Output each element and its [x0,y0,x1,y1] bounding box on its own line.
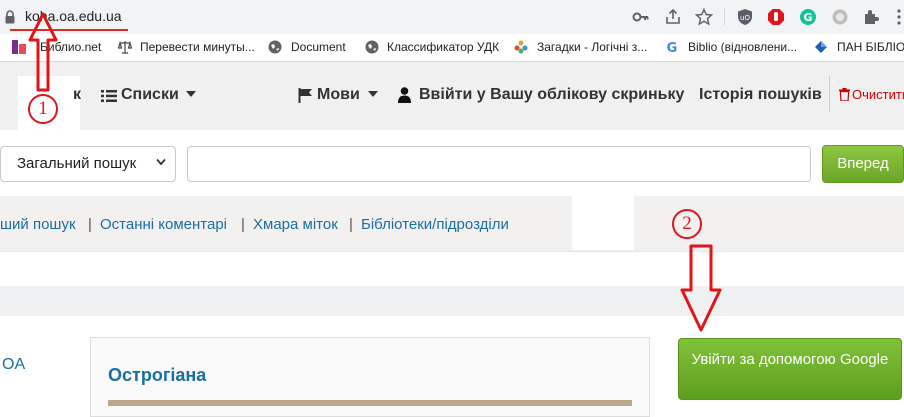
nav-lists[interactable]: Списки [121,86,179,104]
link-libraries[interactable]: Бібліотеки/підрозділи [361,216,509,233]
extensions-puzzle-icon[interactable] [862,8,880,26]
flag-icon [298,88,312,103]
nav-login[interactable]: Ввійти у Вашу облікову скриньку [419,86,684,104]
svg-text:G: G [803,11,812,24]
trash-icon [839,88,850,101]
bookmark-pan-library[interactable]: ПАН БІБЛІОТ [837,40,904,54]
toolbar-divider [724,8,725,26]
nav-divider [829,76,830,112]
bookmark-document[interactable]: Document [291,40,346,54]
bookmark-biblio[interactable]: Библио.net [40,40,101,54]
nav-search-history[interactable]: Історія пошуків [699,86,822,104]
link-separator: | [349,216,353,233]
search-type-select[interactable]: Загальний пошук [0,146,176,182]
list-icon [101,90,117,102]
url-text[interactable]: koha.oa.edu.ua [25,8,122,24]
url-underline [10,29,128,31]
diamond-icon [815,41,827,53]
card-image [108,400,632,406]
bookmark-star-icon[interactable] [695,8,713,26]
link-advanced-search[interactable]: ший пошук [0,216,76,233]
chevron-down-icon [156,158,166,166]
white-patch [572,196,634,250]
ublock-origin-icon[interactable]: uO [736,8,754,26]
link-separator: | [88,216,92,233]
google-g-icon: G [667,41,678,54]
link-tag-cloud[interactable]: Хмара міток [253,216,338,233]
globe-icon [365,40,379,54]
browser-menu-icon[interactable] [890,8,904,26]
card-title[interactable]: Острогіана [108,365,206,386]
globe-icon [268,40,282,54]
link-recent-comments[interactable]: Останні коментарі [100,216,227,233]
annotation-marker-2: 2 [672,209,702,239]
svg-text:uO: uO [740,14,750,22]
adblock-hand-icon[interactable] [767,8,785,26]
caret-down-icon [368,91,378,97]
google-login-button[interactable]: Увійти за допомогою Google [678,338,902,400]
bookmark-translate-minutes[interactable]: Перевести минуты... [140,40,255,54]
svg-text:G: G [667,41,678,54]
search-go-button[interactable]: Вперед [822,145,904,183]
sidebar-oa-link[interactable]: OA [2,356,25,374]
nav-languages[interactable]: Мови [317,86,360,104]
bookmark-riddles[interactable]: Загадки - Логічні з... [537,40,647,54]
section-divider-band [0,286,904,316]
nav-cut-letter[interactable]: к [73,86,81,104]
scales-icon [118,40,132,54]
grammarly-icon[interactable]: G [799,8,817,26]
puzzle-flower-icon [514,40,528,54]
vpn-globe-icon[interactable] [831,8,849,26]
link-separator: | [241,216,245,233]
nav-clear[interactable]: Очистити [852,87,904,102]
search-input[interactable] [187,146,811,182]
biblio-icon [12,40,26,54]
user-icon [398,87,411,103]
key-icon[interactable] [632,8,650,26]
share-icon[interactable] [664,8,682,26]
lock-icon [5,10,15,24]
bookmark-udc-classifier[interactable]: Классификатор УДК [387,40,499,54]
caret-down-icon [186,91,196,97]
bookmark-biblio-restored[interactable]: Biblio (відновлени... [688,40,797,54]
annotation-marker-1: 1 [28,94,58,124]
